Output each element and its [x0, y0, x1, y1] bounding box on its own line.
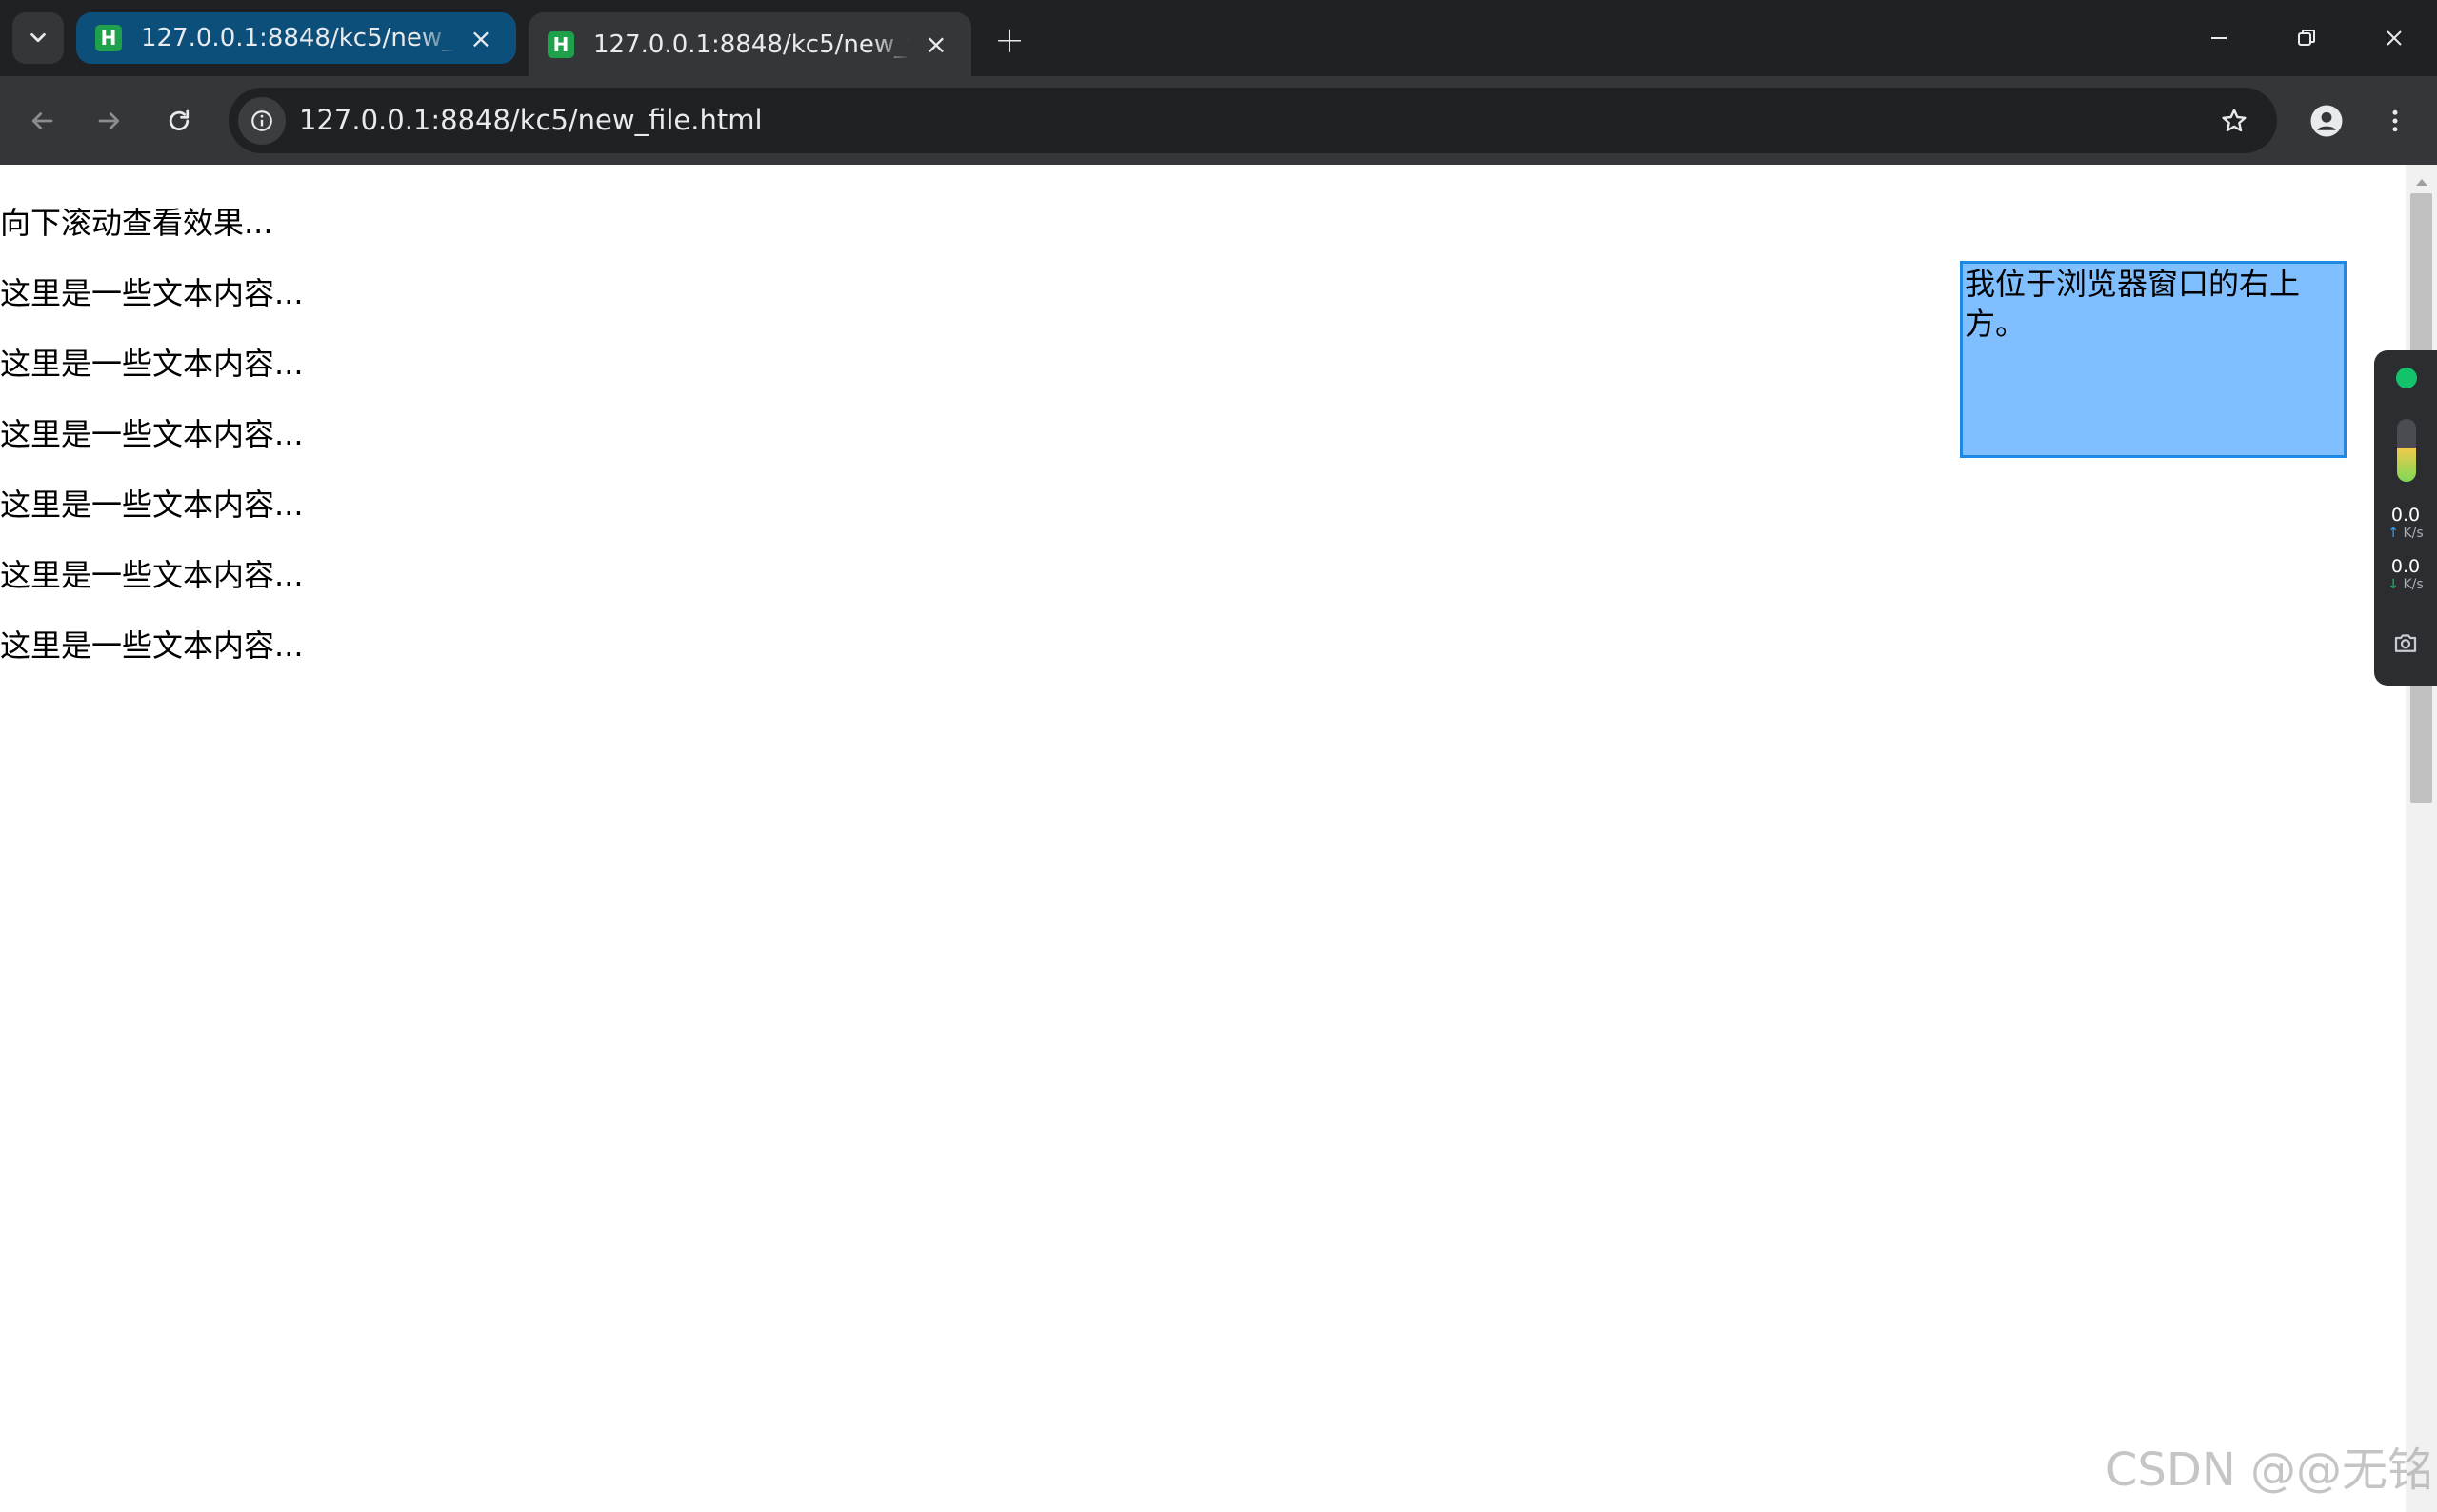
csdn-watermark: CSDN @@无铭	[2105, 1443, 2433, 1497]
profile-button[interactable]	[2301, 95, 2352, 147]
address-bar[interactable]: 127.0.0.1:8848/kc5/new_file.html	[229, 88, 2277, 153]
bookmark-button[interactable]	[2210, 97, 2258, 145]
fixed-position-box: 我位于浏览器窗口的右上方。	[1960, 261, 2347, 458]
content-line: 这里是一些文本内容...	[0, 627, 304, 664]
arrow-left-icon	[31, 112, 53, 129]
network-monitor-widget[interactable]: 0.0 ↑ K/s 0.0 ↓ K/s	[2374, 350, 2437, 686]
minimize-icon	[2211, 37, 2227, 39]
url-text[interactable]: 127.0.0.1:8848/kc5/new_file.html	[299, 88, 763, 153]
tab-search-button[interactable]	[12, 12, 64, 64]
triangle-up-icon	[2415, 179, 2427, 186]
usage-gauge-fill	[2397, 447, 2416, 482]
content-line: 这里是一些文本内容...	[0, 416, 304, 452]
content-line: 这里是一些文本内容...	[0, 557, 304, 593]
content-line: 这里是一些文本内容...	[0, 487, 304, 523]
tab-title: 127.0.0.1:8848/kc5/new_file.html	[141, 24, 455, 52]
arrow-right-icon	[98, 112, 120, 129]
tab-1[interactable]: H 127.0.0.1:8848/kc5/new_file.html ×	[76, 12, 516, 64]
arrow-up-icon: ↑	[2387, 526, 2400, 541]
upload-unit-label: K/s	[2403, 526, 2424, 541]
status-dot	[2396, 368, 2417, 388]
tab-2-active[interactable]: H 127.0.0.1:8848/kc5/new_file.html ×	[529, 12, 971, 76]
download-speed-unit: ↓ K/s	[2374, 577, 2437, 592]
minimize-button[interactable]	[2190, 10, 2247, 67]
new-tab-button[interactable]: +	[987, 17, 1032, 63]
close-icon	[2387, 30, 2402, 46]
upload-speed-unit: ↑ K/s	[2374, 526, 2437, 541]
site-info-button[interactable]	[238, 97, 286, 145]
usage-gauge	[2397, 419, 2416, 482]
download-speed-value: 0.0	[2390, 556, 2421, 577]
page-viewport: 向下滚动查看效果... 这里是一些文本内容... 这里是一些文本内容... 这里…	[0, 165, 2406, 1512]
arrow-down-icon: ↓	[2387, 577, 2400, 592]
chevron-down-icon	[30, 32, 46, 43]
tab-strip: H 127.0.0.1:8848/kc5/new_file.html × H 1…	[0, 0, 2437, 76]
upload-speed-value: 0.0	[2390, 505, 2421, 526]
close-icon[interactable]: ×	[465, 22, 497, 54]
reload-icon	[169, 109, 190, 131]
reload-button[interactable]	[153, 95, 205, 147]
browser-toolbar: 127.0.0.1:8848/kc5/new_file.html	[0, 76, 2437, 165]
restore-button[interactable]	[2278, 10, 2335, 67]
close-icon[interactable]: ×	[920, 29, 952, 61]
screenshot-button[interactable]	[2389, 627, 2422, 659]
intro-text: 向下滚动查看效果...	[0, 205, 273, 241]
info-icon	[251, 110, 272, 131]
camera-icon	[2394, 634, 2417, 652]
download-unit-label: K/s	[2403, 577, 2424, 592]
hbuilder-favicon-icon: H	[548, 30, 574, 58]
close-window-button[interactable]	[2366, 10, 2423, 67]
tab-title: 127.0.0.1:8848/kc5/new_file.html	[593, 30, 910, 59]
browser-window: H 127.0.0.1:8848/kc5/new_file.html × H 1…	[0, 0, 2437, 1512]
menu-button[interactable]	[2369, 95, 2421, 147]
hbuilder-favicon-icon: H	[95, 25, 122, 51]
more-vertical-icon	[2392, 109, 2398, 132]
back-button[interactable]	[16, 95, 68, 147]
avatar-icon	[2310, 105, 2343, 137]
restore-icon	[2298, 30, 2315, 46]
forward-button[interactable]	[84, 95, 135, 147]
content-line: 这里是一些文本内容...	[0, 275, 304, 311]
content-line: 这里是一些文本内容...	[0, 346, 304, 382]
star-icon	[2222, 109, 2247, 132]
scroll-up-arrow[interactable]	[2406, 170, 2437, 193]
